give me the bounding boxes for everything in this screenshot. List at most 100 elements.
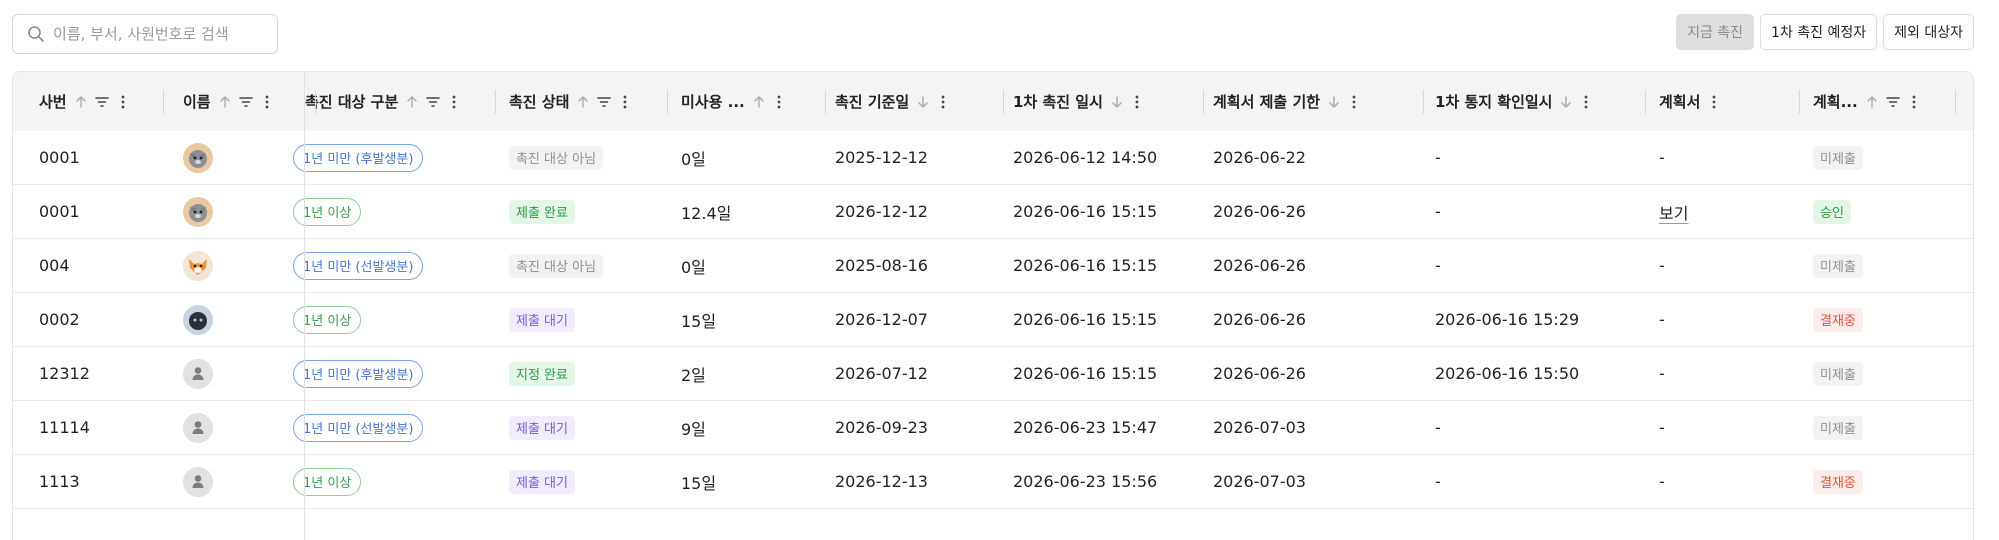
cell-plan: - bbox=[1659, 293, 1777, 346]
unused-days: 9일 bbox=[681, 419, 706, 439]
column-resize-handle[interactable] bbox=[315, 90, 316, 114]
column-header-plan-deadline[interactable]: 계획서 제출 기한 bbox=[1213, 72, 1413, 131]
cell-status: 제출 대기 bbox=[509, 455, 659, 508]
plan-status-badge: 결재중 bbox=[1813, 469, 1863, 494]
column-resize-handle[interactable] bbox=[1003, 90, 1004, 114]
table-row[interactable]: 11114 1년 미만 (선발생분) 제출 대기 9일 2026-09-23 2026-0… bbox=[13, 401, 1973, 455]
sort-descending-icon[interactable] bbox=[1560, 95, 1572, 109]
column-header-first-date[interactable]: 1차 촉진 일시 bbox=[1013, 72, 1193, 131]
avatar bbox=[183, 304, 213, 335]
cell-first-date: 2026-06-16 15:15 bbox=[1013, 293, 1193, 346]
more-options-icon[interactable] bbox=[121, 95, 125, 109]
more-options-icon[interactable] bbox=[1912, 95, 1916, 109]
cell-emp-no: 1113 bbox=[39, 455, 169, 508]
search-box[interactable] bbox=[12, 14, 278, 54]
target-type-badge: 1년 미만 (선발생분) bbox=[293, 413, 424, 442]
avatar bbox=[183, 142, 213, 173]
filter-icon[interactable] bbox=[94, 96, 109, 108]
unused-days: 15일 bbox=[681, 473, 717, 493]
search-input[interactable] bbox=[53, 25, 263, 43]
cell-first-date: 2026-06-16 15:15 bbox=[1013, 185, 1193, 238]
cell-target-type: 1년 이상 bbox=[293, 455, 471, 508]
sort-ascending-icon[interactable] bbox=[75, 95, 87, 109]
unused-days: 2일 bbox=[681, 365, 706, 385]
view-plan-link[interactable]: 보기 bbox=[1659, 200, 1688, 224]
filter-icon[interactable] bbox=[597, 96, 612, 108]
filter-icon[interactable] bbox=[238, 96, 253, 108]
employee-number: 12312 bbox=[39, 364, 90, 383]
column-resize-handle[interactable] bbox=[1799, 90, 1800, 114]
plan-status-badge: 결재중 bbox=[1813, 307, 1863, 332]
avatar bbox=[183, 466, 213, 497]
plan-deadline: 2026-07-03 bbox=[1213, 472, 1306, 491]
sort-ascending-icon[interactable] bbox=[1866, 95, 1878, 109]
column-header-status[interactable]: 촉진 상태 bbox=[509, 72, 659, 131]
column-header-first-confirm[interactable]: 1차 통지 확인일시 bbox=[1435, 72, 1635, 131]
sort-ascending-icon[interactable] bbox=[577, 95, 589, 109]
cell-first-date: 2026-06-16 15:15 bbox=[1013, 239, 1193, 292]
cell-emp-no: 0002 bbox=[39, 293, 169, 346]
cell-plan[interactable]: 보기 bbox=[1659, 185, 1777, 238]
cell-first-confirm: - bbox=[1435, 401, 1635, 454]
sort-ascending-icon[interactable] bbox=[406, 95, 418, 109]
column-resize-handle[interactable] bbox=[825, 90, 826, 114]
more-options-icon[interactable] bbox=[1135, 95, 1139, 109]
table-row[interactable]: 004 1년 미만 (선발생분) 촉진 대상 아님 0일 2025-08-16 2026-… bbox=[13, 239, 1973, 293]
plan-deadline: 2026-06-22 bbox=[1213, 148, 1306, 167]
more-options-icon[interactable] bbox=[1584, 95, 1588, 109]
more-options-icon[interactable] bbox=[265, 95, 269, 109]
more-options-icon[interactable] bbox=[941, 95, 945, 109]
cell-first-date: 2026-06-16 15:15 bbox=[1013, 347, 1193, 400]
excluded-button[interactable]: 제외 대상자 bbox=[1883, 14, 1974, 50]
promote-now-button[interactable]: 지금 촉진 bbox=[1676, 14, 1755, 50]
more-options-icon[interactable] bbox=[452, 95, 456, 109]
base-date: 2026-12-07 bbox=[835, 310, 928, 329]
first-notice-confirmed: - bbox=[1435, 418, 1441, 437]
sort-descending-icon[interactable] bbox=[1328, 95, 1340, 109]
column-resize-handle[interactable] bbox=[1645, 90, 1646, 114]
sort-descending-icon[interactable] bbox=[917, 95, 929, 109]
cell-first-confirm: - bbox=[1435, 131, 1635, 184]
column-resize-handle[interactable] bbox=[163, 90, 164, 114]
column-resize-handle[interactable] bbox=[495, 90, 496, 114]
column-resize-handle[interactable] bbox=[1955, 90, 1956, 114]
column-header-label: 1차 촉진 일시 bbox=[1013, 93, 1103, 111]
table-row[interactable]: 0001 1년 미만 (후발생분) 촉진 대상 아님 0일 2025-12-12 2026… bbox=[13, 131, 1973, 185]
sort-ascending-icon[interactable] bbox=[219, 95, 231, 109]
more-options-icon[interactable] bbox=[1352, 95, 1356, 109]
plan-value: - bbox=[1659, 364, 1665, 383]
column-resize-handle[interactable] bbox=[667, 90, 668, 114]
search-icon bbox=[28, 26, 44, 42]
cell-first-date: 2026-06-23 15:47 bbox=[1013, 401, 1193, 454]
column-header-target-type[interactable]: 촉진 대상 구분 bbox=[305, 72, 483, 131]
first-scheduled-button[interactable]: 1차 촉진 예정자 bbox=[1760, 14, 1878, 50]
unused-days: 0일 bbox=[681, 149, 706, 169]
column-header-plan-status[interactable]: 계획... bbox=[1813, 72, 1943, 131]
column-resize-handle[interactable] bbox=[1423, 90, 1424, 114]
cell-plan-deadline: 2026-06-22 bbox=[1213, 131, 1413, 184]
filter-icon[interactable] bbox=[1885, 96, 1900, 108]
table-row[interactable]: 0001 1년 이상 제출 완료 12.4일 2026-12-12 2026-06-16 … bbox=[13, 185, 1973, 239]
column-header-name[interactable]: 이름 bbox=[183, 72, 303, 131]
cell-plan-deadline: 2026-06-26 bbox=[1213, 347, 1413, 400]
first-notice-confirmed: - bbox=[1435, 472, 1441, 491]
avatar bbox=[183, 412, 213, 443]
table-row[interactable]: 1113 1년 이상 제출 대기 15일 2026-12-13 2026-06-23 15… bbox=[13, 455, 1973, 509]
table-row[interactable]: 12312 1년 미만 (후발생분) 지정 완료 2일 2026-07-12 2026-0… bbox=[13, 347, 1973, 401]
first-notice-confirmed: 2026-06-16 15:29 bbox=[1435, 310, 1580, 329]
cell-name bbox=[183, 239, 303, 292]
table-row[interactable]: 0002 1년 이상 제출 대기 15일 2026-12-07 2026-06-16 15… bbox=[13, 293, 1973, 347]
cell-plan: - bbox=[1659, 131, 1777, 184]
column-header-emp-no[interactable]: 사번 bbox=[39, 72, 169, 131]
filter-icon[interactable] bbox=[426, 96, 440, 108]
more-options-icon[interactable] bbox=[777, 95, 781, 109]
column-header-plan[interactable]: 계획서 bbox=[1659, 72, 1777, 131]
more-options-icon[interactable] bbox=[1712, 95, 1716, 109]
column-header-base-date[interactable]: 촉진 기준일 bbox=[835, 72, 995, 131]
column-resize-handle[interactable] bbox=[1203, 90, 1204, 114]
column-header-unused[interactable]: 미사용 ... bbox=[681, 72, 811, 131]
more-options-icon[interactable] bbox=[623, 95, 627, 109]
sort-ascending-icon[interactable] bbox=[753, 95, 765, 109]
plan-status-badge: 미제출 bbox=[1813, 253, 1863, 278]
sort-descending-icon[interactable] bbox=[1111, 95, 1123, 109]
